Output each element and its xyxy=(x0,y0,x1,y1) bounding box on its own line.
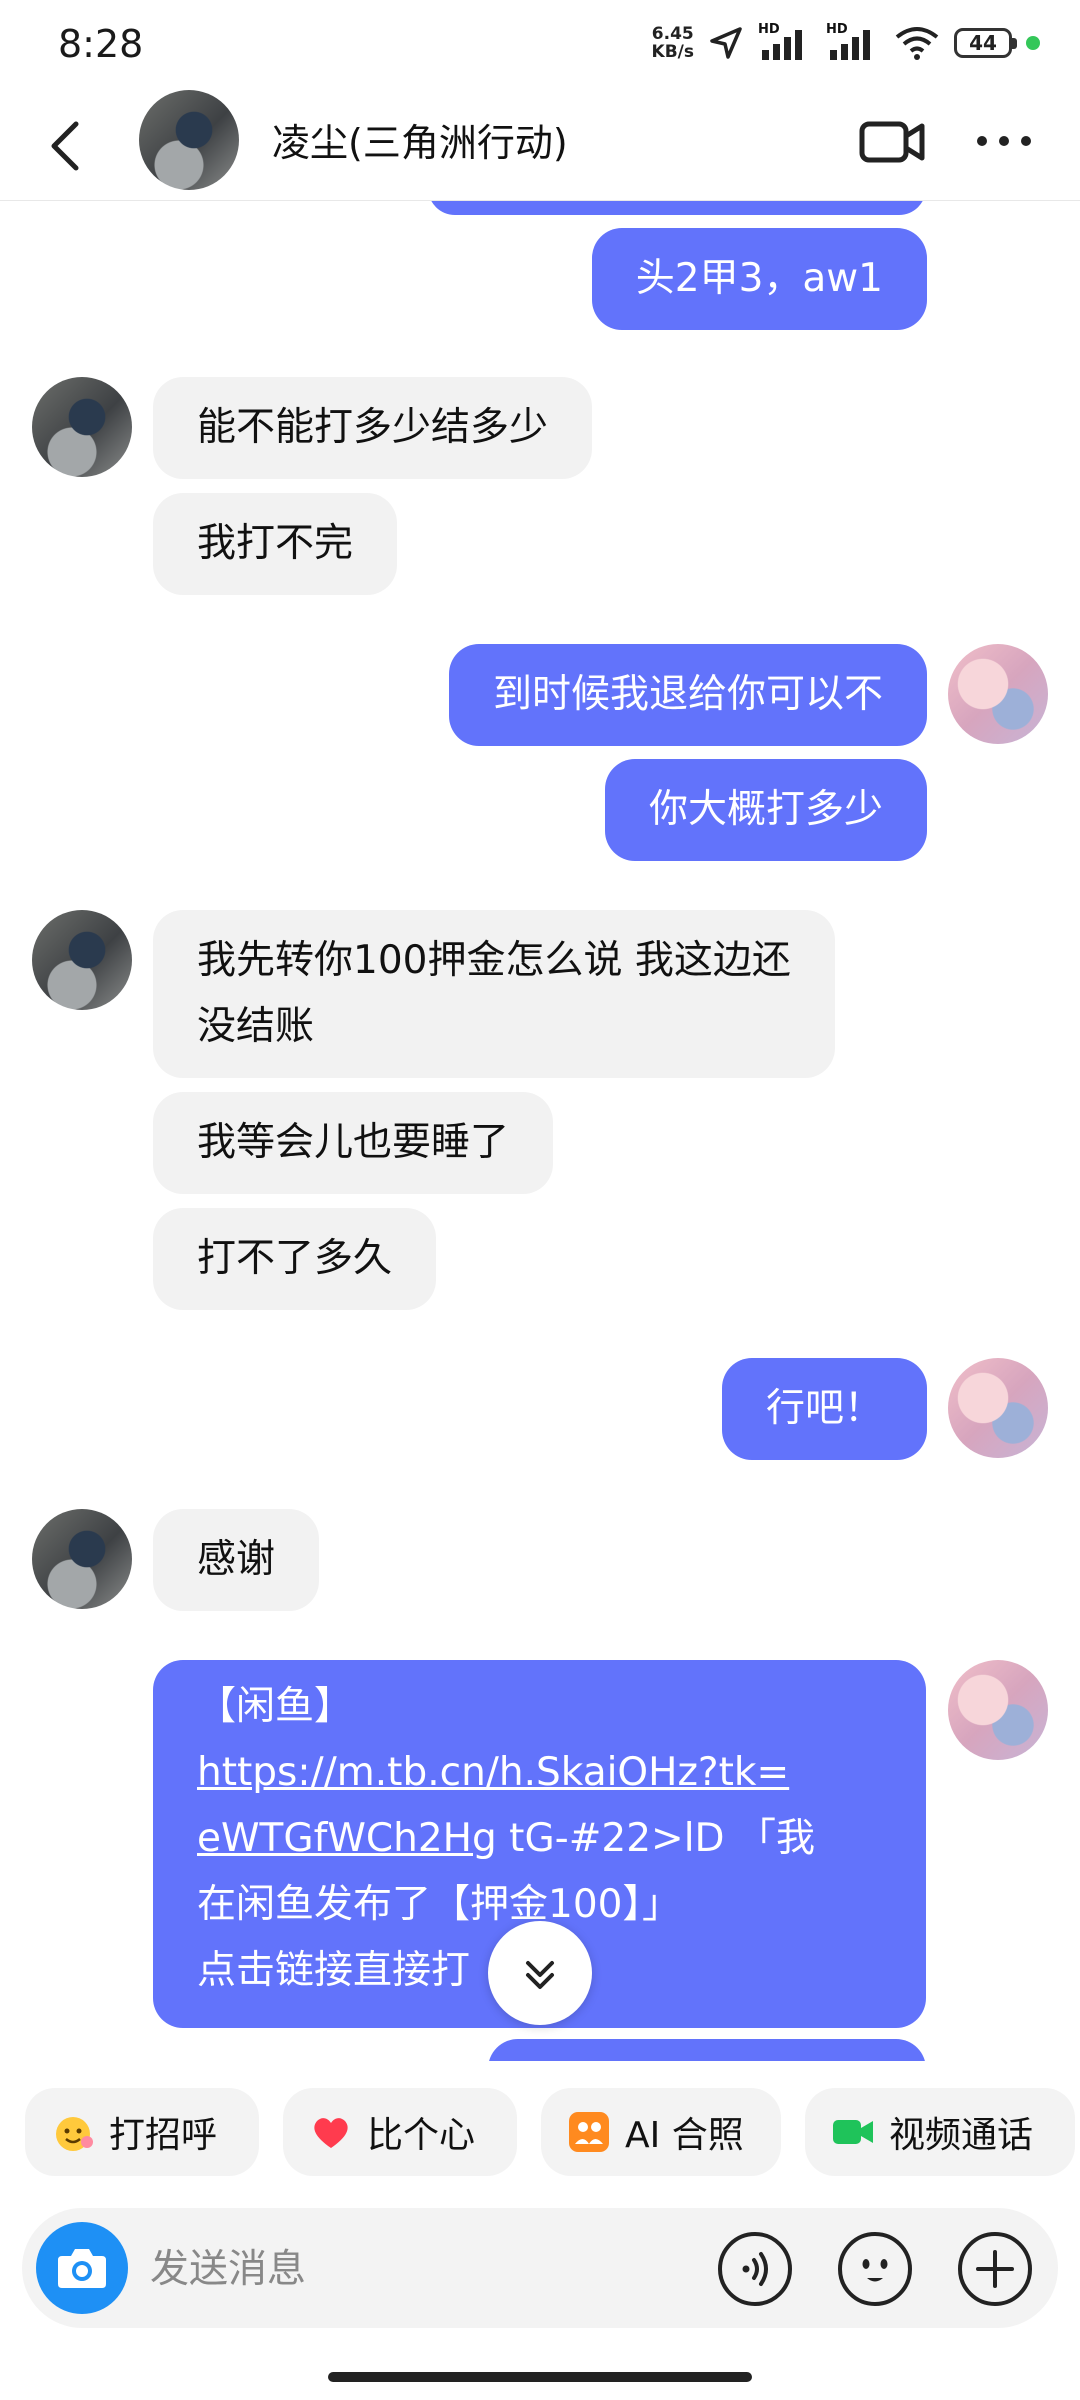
home-indicator[interactable] xyxy=(328,2372,752,2382)
chat-messages-area[interactable]: 头2甲3，aw1 能不能打多少结多少 我打不完 到时候我退给你可以不 你大概打多… xyxy=(0,201,1080,2061)
signal-icon-2: HD xyxy=(826,22,880,62)
wave-emoji-icon xyxy=(56,2117,93,2151)
chip-label: AI 合照 xyxy=(625,2115,744,2156)
chip-video-call[interactable]: 视频通话 xyxy=(805,2088,1075,2176)
privacy-indicator-dot xyxy=(1026,36,1040,50)
message-input[interactable]: 发送消息 xyxy=(150,2238,306,2294)
message-bubble[interactable]: 感谢 xyxy=(153,1509,320,1611)
link-code-text: tG-#22>lD 「我 xyxy=(496,1816,815,1861)
chip-ai-photo[interactable]: AI 合照 xyxy=(541,2088,781,2176)
camera-button[interactable] xyxy=(36,2222,128,2314)
my-avatar[interactable] xyxy=(948,1358,1048,1458)
contact-name[interactable]: 凌尘(三角洲行动) xyxy=(272,112,568,167)
status-bar: 8:28 6.45 KB/s HD HD 44 xyxy=(0,0,1080,90)
chat-header: 凌尘(三角洲行动) xyxy=(0,90,1080,201)
network-speed-value: 6.45 xyxy=(651,24,694,44)
message-bubble[interactable]: 能不能打多少结多少 xyxy=(153,377,593,479)
shared-link-url-cont[interactable]: eWTGfWCh2Hg xyxy=(197,1816,497,1861)
message-input-bar: 发送消息 xyxy=(22,2208,1058,2328)
location-arrow-icon xyxy=(710,27,742,59)
ai-photo-icon xyxy=(569,2112,609,2152)
contact-avatar[interactable] xyxy=(32,910,132,1010)
message-line: 没结账 xyxy=(197,1004,315,1049)
message-bubble[interactable]: 到时候我退给你可以不 xyxy=(448,644,927,746)
status-icons: 6.45 KB/s HD HD 44 xyxy=(652,22,1040,62)
chip-label: 比个心 xyxy=(367,2115,476,2156)
message-bubble-partial xyxy=(428,201,926,215)
message-bubble[interactable]: 我打不完 xyxy=(153,493,398,595)
message-bubble[interactable]: 我等会儿也要睡了 xyxy=(153,1092,554,1194)
chip-label: 打招呼 xyxy=(109,2115,218,2156)
message-line: 我先转你100押金怎么说 我这边还 xyxy=(197,938,791,983)
contact-avatar[interactable] xyxy=(32,377,132,477)
message-bubble-multiline[interactable]: 我先转你100押金怎么说 我这边还 没结账 xyxy=(153,910,835,1078)
chip-greet[interactable]: 打招呼 xyxy=(25,2088,259,2176)
emoji-icon[interactable] xyxy=(836,2230,914,2308)
message-bubble[interactable]: 打不了多久 xyxy=(153,1208,437,1310)
contact-avatar[interactable] xyxy=(139,90,239,190)
status-time: 8:28 xyxy=(58,22,144,66)
heart-icon xyxy=(314,2118,348,2148)
message-bubble[interactable]: 行吧！ xyxy=(721,1358,927,1460)
quick-action-chips: 打招呼 比个心 AI 合照 视频通话 xyxy=(0,2088,1080,2178)
shared-link-url[interactable]: https://m.tb.cn/h.SkaiOHz?tk= xyxy=(197,1750,789,1795)
link-prefix: 【闲鱼】 xyxy=(197,1684,354,1729)
message-bubble[interactable]: 你大概打多少 xyxy=(604,759,927,861)
network-speed: 6.45 KB/s xyxy=(652,25,694,61)
more-options-icon[interactable] xyxy=(972,116,1036,166)
signal-icon-1: HD xyxy=(758,22,812,62)
contact-avatar[interactable] xyxy=(32,1509,132,1609)
scroll-to-bottom-button[interactable] xyxy=(488,1921,592,2025)
double-chevron-down-icon xyxy=(526,1961,554,1989)
voice-input-icon[interactable] xyxy=(716,2230,794,2308)
video-call-icon xyxy=(833,2120,873,2144)
message-bubble-partial xyxy=(488,2039,926,2061)
plus-icon[interactable] xyxy=(956,2230,1034,2308)
message-bubble[interactable]: 头2甲3，aw1 xyxy=(591,228,927,330)
back-arrow-icon[interactable] xyxy=(42,118,92,174)
video-camera-icon[interactable] xyxy=(858,112,928,168)
network-speed-unit: KB/s xyxy=(651,42,694,62)
my-avatar[interactable] xyxy=(948,1660,1048,1760)
camera-icon xyxy=(58,2249,106,2288)
chip-label: 视频通话 xyxy=(889,2115,1034,2156)
my-avatar[interactable] xyxy=(948,644,1048,744)
battery-icon: 44 xyxy=(954,28,1017,58)
chip-heart[interactable]: 比个心 xyxy=(283,2088,517,2176)
wifi-icon xyxy=(895,27,939,60)
